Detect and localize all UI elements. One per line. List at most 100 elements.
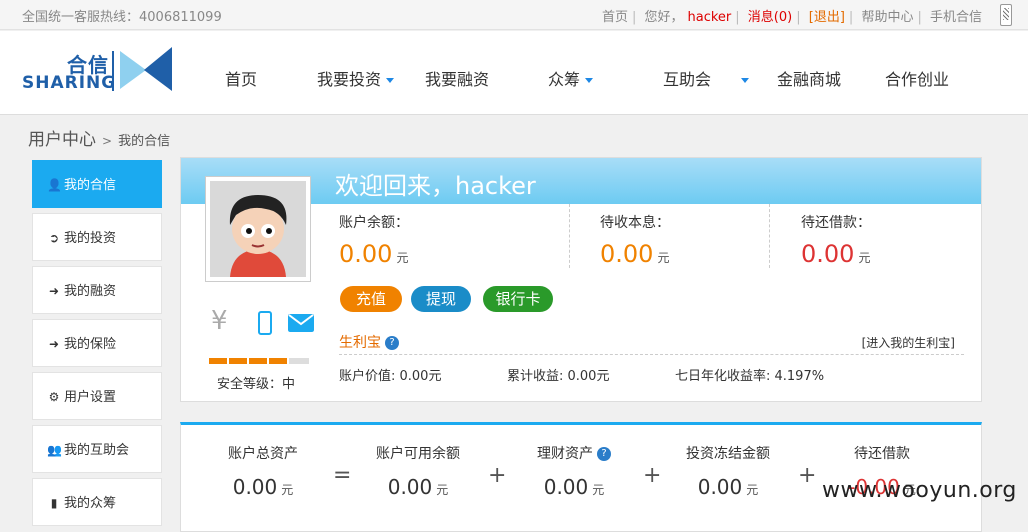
security-level-label: 安全等级：中 (217, 377, 296, 392)
nav-invest[interactable]: 我要投资 (317, 66, 395, 90)
sidebar-item-crowdfunding[interactable]: ▮ 我的众筹 (32, 478, 162, 526)
help-icon[interactable]: ? (597, 447, 611, 461)
mobile-icon[interactable] (258, 311, 272, 335)
unit: 元 (396, 251, 409, 265)
shenglibao-rate: 七日年化收益率: 4.197% (675, 369, 825, 384)
sidebar-item-my-sharing[interactable]: 👤 我的合信 (32, 160, 162, 208)
frozen-amount-value: 0.00 (697, 475, 743, 499)
mail-icon[interactable] (288, 314, 314, 332)
equals-sign: = (333, 463, 352, 488)
breadcrumb: 用户中心 > 我的合信 (28, 125, 170, 150)
nav-home[interactable]: 首页 (225, 66, 257, 90)
plus-sign: + (643, 463, 662, 488)
sidebar-item-my-financing[interactable]: ➜ 我的融资 (32, 266, 162, 314)
nav-crowdfunding-label: 众筹 (548, 70, 581, 89)
chevron-down-icon (741, 78, 750, 83)
avatar[interactable] (205, 176, 311, 282)
export-icon: ➲ (48, 231, 60, 245)
plus-sign: + (798, 463, 817, 488)
sidebar-item-my-invest[interactable]: ➲ 我的投资 (32, 213, 162, 261)
group-icon: 👥 (47, 443, 62, 457)
pending-interest-value: 0.00 (600, 240, 654, 268)
signal-icon: ▮ (50, 496, 58, 510)
main-nav: 合信 SHARING 首页 我要投资 我要融资 众筹 互助会 金融商城 合作创业 (0, 31, 1028, 115)
nav-mutual[interactable]: 互助会 (663, 66, 750, 90)
enter-shenglibao-link[interactable]: [进入我的生利宝] (862, 334, 955, 351)
nav-mall[interactable]: 金融商城 (777, 66, 841, 90)
asset-summary: 账户总资产 0.00 元 = 账户可用余额 0.00 元 + 理财资产? 0.00 元… (180, 422, 982, 532)
breadcrumb-sep: > (102, 134, 113, 148)
finance-assets: 理财资产? 0.00 元 (509, 443, 639, 499)
withdraw-button[interactable]: 提现 (411, 286, 471, 312)
unit: 元 (657, 251, 670, 265)
shenglibao-value: 账户价值: 0.00元 (339, 369, 442, 384)
unit: 元 (858, 251, 871, 265)
nav-cooperation[interactable]: 合作创业 (885, 66, 949, 90)
help-icon[interactable]: ? (385, 336, 399, 350)
sidebar-item-label: 我的投资 (64, 231, 117, 246)
logo-en: SHARING (22, 73, 117, 93)
sidebar-item-label: 我的融资 (64, 284, 117, 299)
hotline-text: 全国统一客服热线：4006811099 (22, 10, 222, 25)
finance-assets-label: 理财资产 (537, 446, 593, 462)
account-balance-value: 0.00 (339, 240, 393, 268)
available-balance-value: 0.00 (387, 475, 433, 499)
unit: 元 (746, 483, 759, 497)
total-assets-label: 账户总资产 (228, 446, 298, 462)
top-home-link[interactable]: 首页 (602, 10, 628, 25)
logo-mark-icon (120, 47, 172, 91)
watermark: www.wooyun.org (822, 478, 1017, 503)
username-link[interactable]: hacker (688, 10, 732, 25)
import-icon: ➜ (48, 284, 60, 298)
greeting-text: 您好， (644, 10, 684, 25)
sidebar-item-label: 我的互助会 (64, 443, 130, 458)
bankcard-button[interactable]: 银行卡 (483, 286, 553, 312)
sidebar-item-mutual[interactable]: 👥 我的互助会 (32, 425, 162, 473)
finance-assets-value: 0.00 (543, 475, 589, 499)
pending-loan: 待还借款： 0.00 元 (801, 212, 871, 268)
top-links: 首页 | 您好， hacker | 消息(0) | [退出] | 帮助中心 | 手机合信 (601, 10, 982, 25)
account-balance: 账户余额： 0.00 元 (339, 212, 409, 268)
chevron-down-icon (585, 78, 594, 83)
user-icon: 👤 (47, 178, 62, 192)
security-level-bar (209, 358, 309, 364)
recharge-button[interactable]: 充值 (340, 286, 402, 312)
sidebar: 👤 我的合信 ➲ 我的投资 ➜ 我的融资 ➜ 我的保险 ⚙ 用户设置 👥 我的互助会 ▮ 我的… (32, 160, 162, 531)
nav-crowdfunding[interactable]: 众筹 (548, 66, 594, 90)
available-balance: 账户可用余额 0.00 元 (353, 443, 483, 499)
unit: 元 (592, 483, 605, 497)
yen-icon[interactable]: ¥ (211, 306, 228, 336)
gear-icon: ⚙ (48, 390, 60, 404)
nav-financing[interactable]: 我要融资 (425, 66, 489, 90)
sidebar-item-my-insurance[interactable]: ➜ 我的保险 (32, 319, 162, 367)
verification-icons: ¥ (211, 306, 321, 338)
sidebar-item-label: 我的合信 (64, 178, 117, 193)
pending-loan-value: 0.00 (801, 240, 855, 268)
logo[interactable]: 合信 SHARING (22, 47, 182, 99)
account-balance-label: 账户余额： (339, 215, 409, 231)
account-card: 欢迎回来，hacker ¥ 安全等级：中 账户余额： 0.00元 待收本息： (180, 157, 982, 402)
frozen-amount: 投资冻结金额 0.00 元 (663, 443, 793, 499)
chevron-down-icon (386, 78, 395, 83)
qr-phone-icon[interactable] (1000, 4, 1012, 26)
total-assets-value: 0.00 (232, 475, 278, 499)
plus-sign: + (488, 463, 507, 488)
help-link[interactable]: 帮助中心 (861, 10, 913, 25)
available-balance-label: 账户可用余额 (376, 446, 460, 462)
import-icon: ➜ (48, 337, 60, 351)
sidebar-item-label: 我的保险 (64, 337, 117, 352)
messages-link[interactable]: 消息(0) (748, 10, 792, 25)
shenglibao-label: 生利宝 (339, 335, 381, 351)
sidebar-item-label: 用户设置 (64, 390, 117, 405)
unit: 元 (436, 483, 449, 497)
sidebar-item-label: 我的众筹 (64, 496, 117, 511)
total-assets: 账户总资产 0.00 元 (198, 443, 328, 499)
sidebar-item-settings[interactable]: ⚙ 用户设置 (32, 372, 162, 420)
pending-interest: 待收本息： 0.00 元 (600, 212, 670, 268)
breadcrumb-root[interactable]: 用户中心 (28, 130, 96, 150)
pending-loan-label: 待还借款： (801, 215, 871, 231)
logout-link[interactable]: [退出] (809, 10, 845, 25)
breadcrumb-current: 我的合信 (118, 134, 171, 149)
mobile-link[interactable]: 手机合信 (930, 10, 982, 25)
shenglibao-title[interactable]: 生利宝? (339, 332, 399, 352)
